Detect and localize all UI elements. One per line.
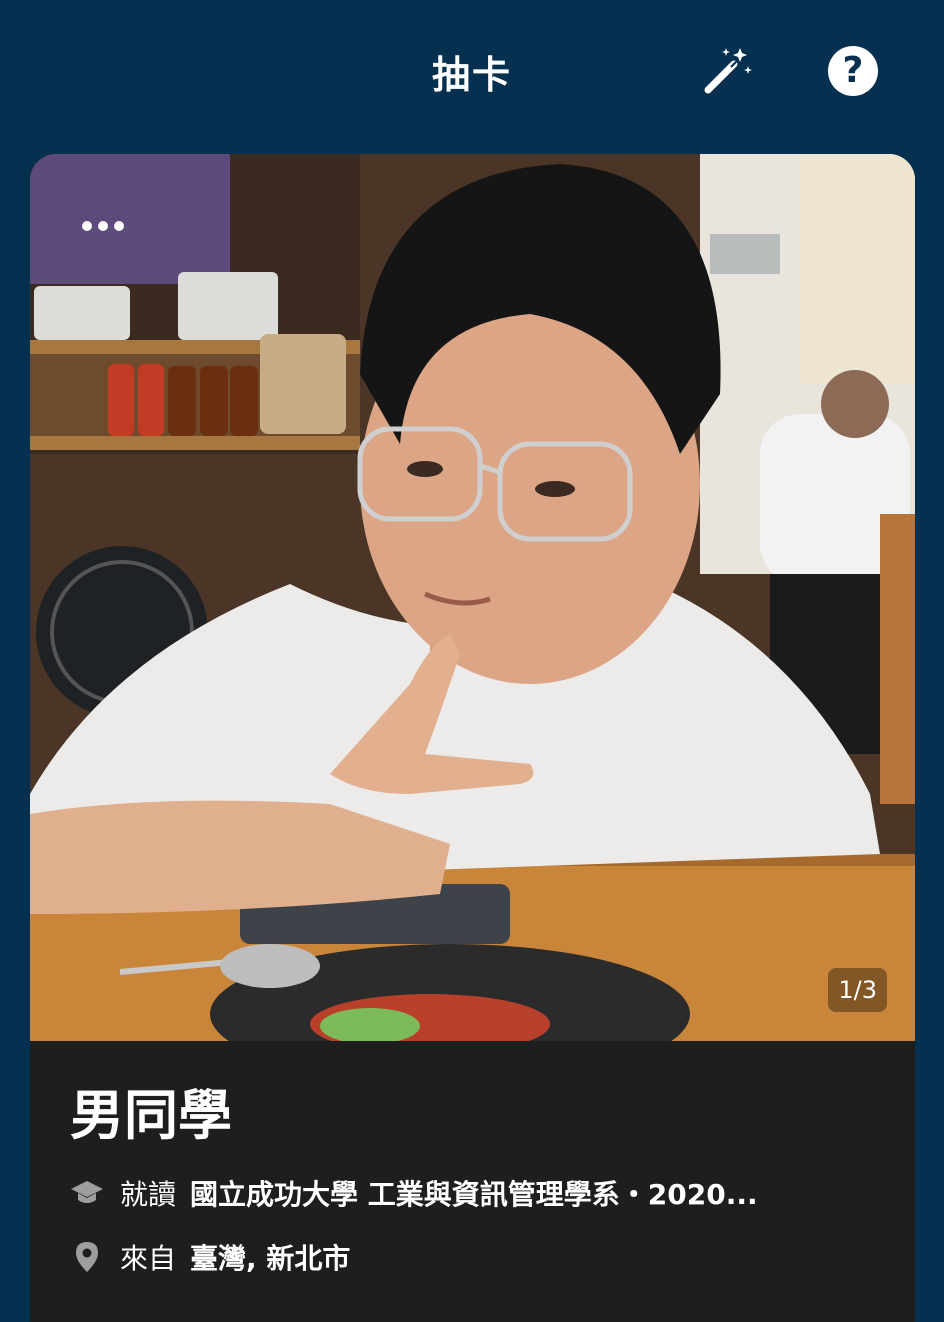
location-value: 臺灣, 新北市 bbox=[190, 1242, 351, 1275]
profile-photo[interactable]: 1/3 bbox=[30, 154, 915, 1041]
map-pin-icon bbox=[76, 1242, 98, 1272]
page-title: 抽卡 bbox=[431, 53, 512, 97]
education-value: 國立成功大學 工業與資訊管理學系・2020... bbox=[190, 1178, 758, 1211]
more-dots-icon[interactable] bbox=[82, 216, 142, 246]
photo-counter: 1/3 bbox=[828, 968, 887, 1012]
graduation-cap-icon bbox=[71, 1181, 103, 1203]
question-circle-icon[interactable]: ? bbox=[828, 46, 878, 96]
education-row: 就讀 國立成功大學 工業與資訊管理學系・2020... bbox=[70, 1173, 758, 1213]
profile-name: 男同學 bbox=[70, 1084, 232, 1147]
location-prefix: 來自 bbox=[120, 1242, 177, 1275]
profile-card[interactable]: 1/3 男同學 就讀 國立成功大學 工業與資訊管理學系・2020... 來自 臺… bbox=[30, 154, 915, 1322]
location-row: 來自 臺灣, 新北市 bbox=[70, 1237, 350, 1277]
profile-info: 男同學 就讀 國立成功大學 工業與資訊管理學系・2020... 來自 臺灣, 新… bbox=[30, 1041, 915, 1322]
magic-wand-icon[interactable] bbox=[700, 44, 754, 98]
education-prefix: 就讀 bbox=[120, 1178, 177, 1211]
top-bar: 抽卡 ? bbox=[0, 0, 944, 150]
